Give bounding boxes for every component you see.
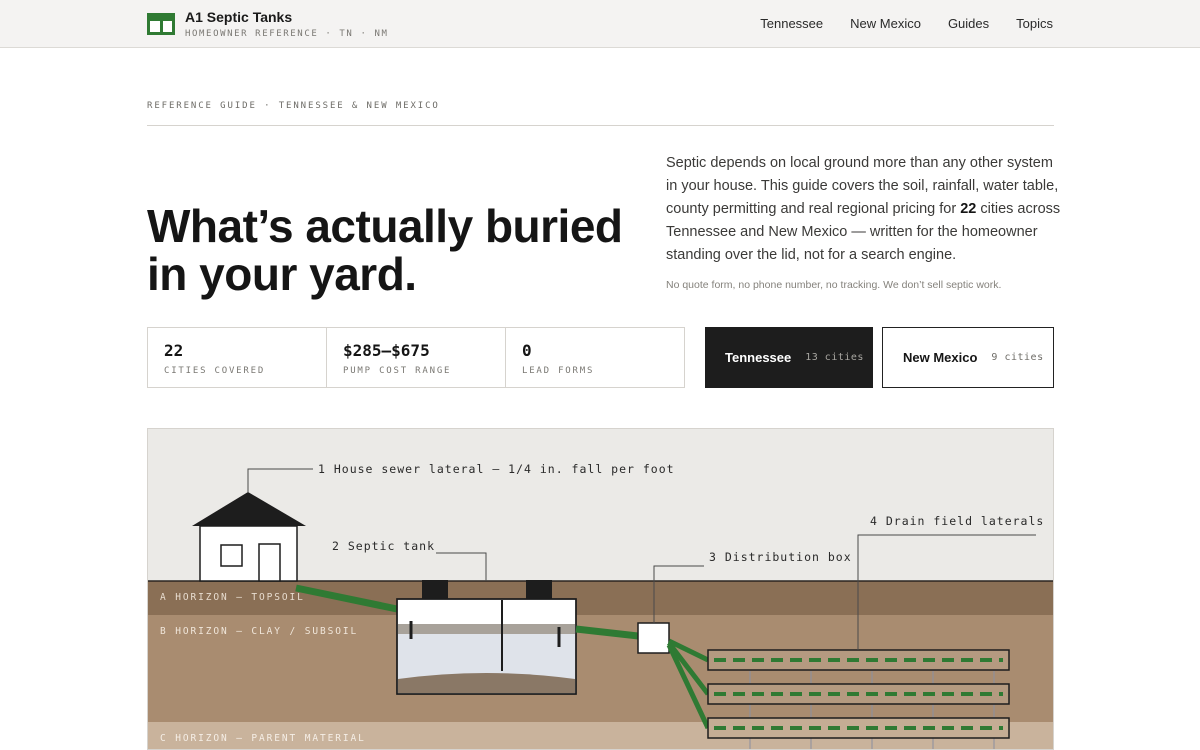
nav-tennessee[interactable]: Tennessee	[760, 16, 823, 31]
label-c-horizon: C HORIZON — PARENT MATERIAL	[160, 733, 366, 744]
state-name: Tennessee	[725, 350, 792, 365]
state-city-count: 9 cities	[991, 352, 1044, 363]
stat-label: CITIES COVERED	[164, 366, 266, 376]
new-mexico-button[interactable]: New Mexico 9 cities	[882, 327, 1054, 388]
tank-scum-layer	[398, 624, 575, 634]
tank-riser	[422, 580, 448, 599]
label-a-horizon: A HORIZON — TOPSOIL	[160, 592, 305, 603]
callout-house-sewer-lateral: 1 House sewer lateral — 1/4 in. fall per…	[318, 462, 675, 476]
tank-air-space	[398, 600, 575, 624]
tank-riser	[526, 580, 552, 599]
brand-name[interactable]: A1 Septic Tanks	[185, 9, 292, 25]
stat-value: 0	[522, 341, 532, 360]
callout-septic-tank: 2 Septic tank	[332, 539, 436, 553]
state-name: New Mexico	[903, 350, 978, 365]
title-line-1: What’s actually buried	[147, 200, 623, 252]
main-nav: Tennessee New Mexico Guides Topics	[760, 16, 1053, 31]
callout-drain-field-laterals: 4 Drain field laterals	[870, 514, 1045, 528]
tank-sludge	[398, 673, 575, 693]
nav-topics[interactable]: Topics	[1016, 16, 1053, 31]
hero-note: No quote form, no phone number, no track…	[666, 279, 1002, 291]
drain-field	[707, 649, 1010, 749]
nav-guides[interactable]: Guides	[948, 16, 989, 31]
tank-effluent	[398, 634, 575, 674]
callout-distribution-box: 3 Distribution box	[709, 550, 852, 564]
stat-label: PUMP COST RANGE	[343, 366, 452, 376]
city-count: 22	[960, 201, 977, 217]
stat-label: LEAD FORMS	[522, 366, 595, 376]
stat-value: $285–$675	[343, 341, 430, 360]
hero-description: Septic depends on local ground more than…	[666, 152, 1061, 267]
page-title: What’s actually buried in your yard.	[147, 202, 627, 298]
septic-system-diagram: 1 House sewer lateral — 1/4 in. fall per…	[147, 428, 1054, 750]
divider	[147, 125, 1054, 126]
title-line-2: in your yard.	[147, 248, 417, 300]
diagram-svg	[148, 429, 1053, 749]
stat-lead-forms: 0 LEAD FORMS	[506, 328, 684, 387]
top-bar: A1 Septic Tanks HOMEOWNER REFERENCE · TN…	[0, 0, 1200, 48]
septic-tank	[396, 598, 577, 695]
stat-cities: 22 CITIES COVERED	[148, 328, 327, 387]
house-window	[220, 544, 243, 567]
stats-panel: 22 CITIES COVERED $285–$675 PUMP COST RA…	[147, 327, 685, 388]
stat-pump-cost: $285–$675 PUMP COST RANGE	[327, 328, 506, 387]
tennessee-button[interactable]: Tennessee 13 cities	[705, 327, 873, 388]
logo-icon[interactable]	[147, 13, 175, 35]
house-wall	[199, 525, 298, 582]
page-eyebrow: REFERENCE GUIDE · TENNESSEE & NEW MEXICO	[147, 101, 440, 111]
nav-new-mexico[interactable]: New Mexico	[850, 16, 921, 31]
house-door	[258, 543, 281, 582]
state-city-count: 13 cities	[805, 352, 864, 363]
label-b-horizon: B HORIZON — CLAY / SUBSOIL	[160, 626, 359, 637]
brand-tagline: HOMEOWNER REFERENCE · TN · NM	[185, 29, 389, 39]
distribution-box	[637, 622, 670, 654]
stat-value: 22	[164, 341, 184, 360]
